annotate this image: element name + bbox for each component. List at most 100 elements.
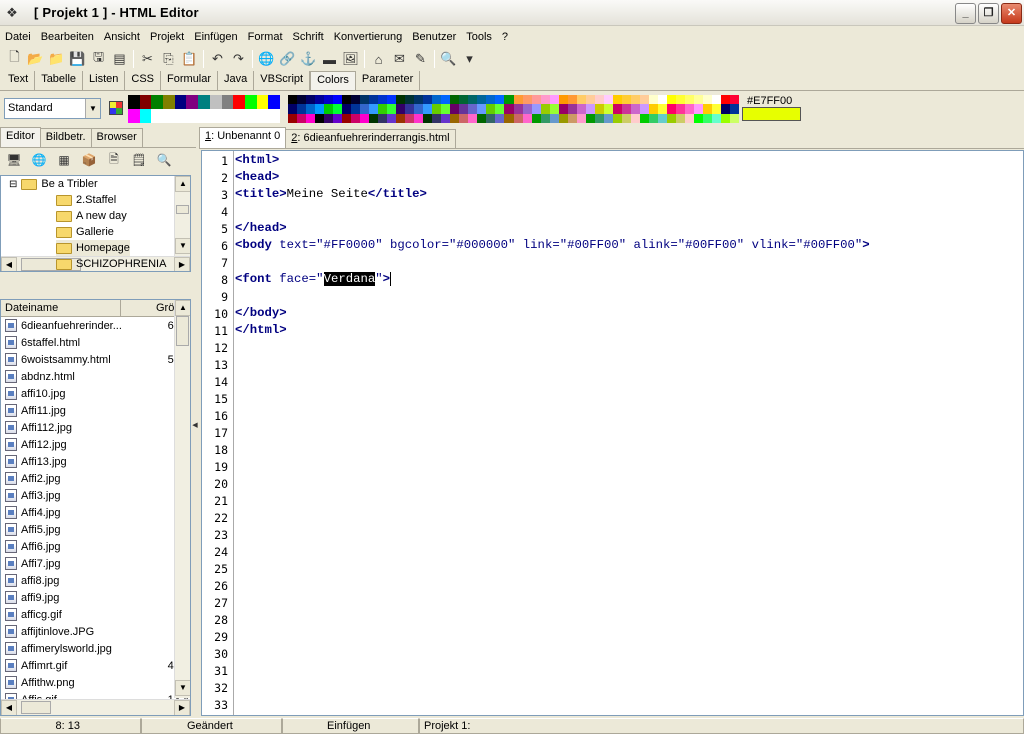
list-item[interactable]: Affi7.jpg2.8 <box>1 555 190 572</box>
color-swatch[interactable] <box>288 104 298 114</box>
color-swatch[interactable] <box>468 113 478 123</box>
redo-icon[interactable]: ↷ <box>228 49 249 69</box>
code-line[interactable]: <font face="Verdana"> <box>235 271 391 288</box>
color-swatch[interactable] <box>360 104 370 114</box>
color-swatch[interactable] <box>639 113 649 123</box>
color-swatch[interactable] <box>423 95 433 105</box>
color-swatch[interactable] <box>268 109 280 123</box>
anchor-icon[interactable]: ⚓ <box>298 49 319 69</box>
color-swatch[interactable] <box>540 104 550 114</box>
color-swatch[interactable] <box>342 95 352 105</box>
color-swatch[interactable] <box>477 95 487 105</box>
search-icon[interactable]: 🔍 <box>153 150 175 170</box>
color-swatch[interactable] <box>495 104 505 114</box>
column-filename[interactable]: Dateiname <box>1 300 121 316</box>
color-swatch[interactable] <box>432 95 442 105</box>
file-list-vertical-scrollbar[interactable]: ▲ ▼ <box>174 300 190 698</box>
color-swatch[interactable] <box>648 113 658 123</box>
color-swatch[interactable] <box>585 113 595 123</box>
list-item[interactable]: Affi2.jpg2.6 <box>1 470 190 487</box>
list-item[interactable]: Affi6.jpg2.5 <box>1 538 190 555</box>
color-swatch[interactable] <box>522 104 532 114</box>
tab-java[interactable]: Java <box>218 71 255 90</box>
color-swatch[interactable] <box>549 113 559 123</box>
color-swatch[interactable] <box>324 113 334 123</box>
color-swatch[interactable] <box>621 113 631 123</box>
code-line[interactable]: <html> <box>235 152 279 169</box>
color-swatch[interactable] <box>174 109 187 123</box>
collapse-icon[interactable]: ⊟ <box>9 179 17 190</box>
color-swatch[interactable] <box>268 95 280 109</box>
color-swatch[interactable] <box>256 95 269 109</box>
code-line[interactable]: </body> <box>235 305 287 322</box>
color-swatch[interactable] <box>558 95 568 105</box>
color-swatch[interactable] <box>315 104 325 114</box>
color-swatch[interactable] <box>558 104 568 114</box>
list-item[interactable]: Affimrt.gif41.1 <box>1 657 190 674</box>
list-item[interactable]: Affi3.jpg2.2 <box>1 487 190 504</box>
open-icon[interactable]: 📂 <box>25 49 46 69</box>
tab-colors[interactable]: Colors <box>310 71 356 90</box>
color-swatch[interactable] <box>139 95 152 109</box>
list-item[interactable]: affi10.jpg2.7 <box>1 385 190 402</box>
menu-1[interactable]: Bearbeiten <box>36 31 99 43</box>
color-swatch[interactable] <box>351 95 361 105</box>
color-swatch[interactable] <box>567 104 577 114</box>
list-item[interactable]: affi8.jpg2.1 <box>1 572 190 589</box>
color-swatch[interactable] <box>585 104 595 114</box>
list-item[interactable]: afficg.gif3.2 <box>1 606 190 623</box>
color-swatch[interactable] <box>174 95 187 109</box>
list-item[interactable]: 6staffel.html1.0 <box>1 334 190 351</box>
color-swatch[interactable] <box>396 95 406 105</box>
color-swatch[interactable] <box>244 95 257 109</box>
color-swatch[interactable] <box>630 95 640 105</box>
color-swatch[interactable] <box>540 95 550 105</box>
menu-7[interactable]: Konvertierung <box>329 31 408 43</box>
menu-3[interactable]: Projekt <box>145 31 189 43</box>
tab-listen[interactable]: Listen <box>83 71 126 90</box>
code-line[interactable]: </html> <box>235 322 287 339</box>
list-item[interactable]: Affi12.jpg2.3 <box>1 436 190 453</box>
color-swatch[interactable] <box>396 104 406 114</box>
color-swatch[interactable] <box>324 95 334 105</box>
color-swatch[interactable] <box>306 104 316 114</box>
maximize-button[interactable]: ❐ <box>978 3 999 24</box>
color-swatch[interactable] <box>486 104 496 114</box>
color-swatch[interactable] <box>198 109 210 123</box>
menu-10[interactable]: ? <box>497 31 513 43</box>
color-swatch[interactable] <box>657 104 667 114</box>
color-swatch[interactable] <box>594 113 604 123</box>
color-swatch[interactable] <box>684 113 694 123</box>
color-picker-icon[interactable] <box>109 101 123 115</box>
file-list-hscroll-thumb[interactable] <box>21 701 51 714</box>
color-swatch[interactable] <box>450 113 460 123</box>
color-swatch[interactable] <box>441 113 451 123</box>
color-swatch[interactable] <box>720 95 730 105</box>
gif-icon[interactable]: ▦ <box>53 150 75 170</box>
color-swatch[interactable] <box>423 104 433 114</box>
color-swatch[interactable] <box>567 95 577 105</box>
color-swatch[interactable] <box>702 104 712 114</box>
save-icon[interactable]: 💾 <box>67 49 88 69</box>
color-swatch[interactable] <box>441 95 451 105</box>
color-swatch[interactable] <box>693 95 703 105</box>
color-swatch[interactable] <box>432 104 442 114</box>
color-swatch[interactable] <box>630 104 640 114</box>
color-swatch[interactable] <box>594 95 604 105</box>
color-swatch[interactable] <box>387 104 397 114</box>
undo-icon[interactable]: ↶ <box>207 49 228 69</box>
color-swatch[interactable] <box>639 104 649 114</box>
color-swatch[interactable] <box>244 109 257 123</box>
color-swatch[interactable] <box>648 104 658 114</box>
image-icon[interactable]: 🖼 <box>340 49 361 69</box>
color-swatch[interactable] <box>414 95 424 105</box>
color-swatch[interactable] <box>486 113 496 123</box>
color-swatch[interactable] <box>360 95 370 105</box>
color-swatch[interactable] <box>378 95 388 105</box>
color-swatch[interactable] <box>128 95 140 109</box>
list-item[interactable]: Affi112.jpg2.2 <box>1 419 190 436</box>
mail-icon[interactable]: ✉ <box>389 49 410 69</box>
link-icon[interactable]: 🔗 <box>277 49 298 69</box>
color-swatch[interactable] <box>531 95 541 105</box>
save-as-icon[interactable]: 🖫 <box>88 49 109 69</box>
